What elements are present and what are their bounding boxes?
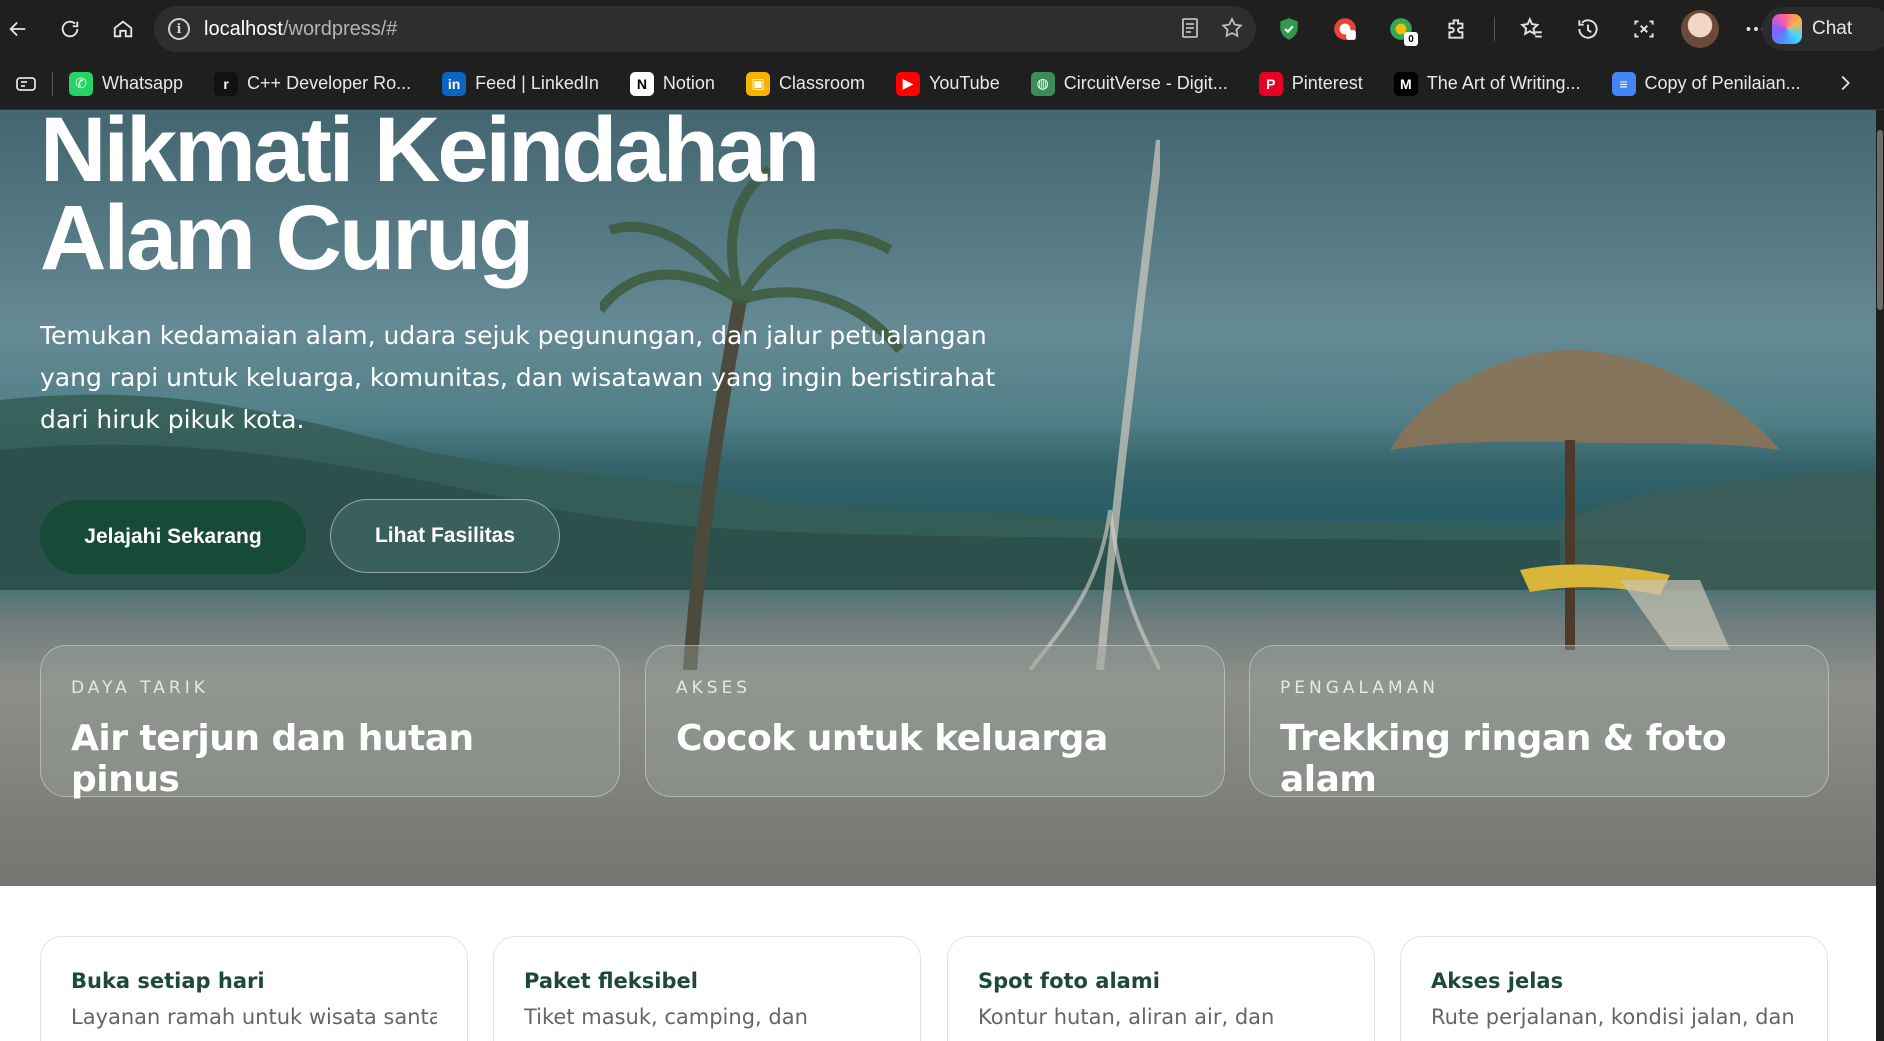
feature-value: Air terjun dan hutan pinus xyxy=(71,718,474,800)
bookmark-label: Notion xyxy=(662,73,715,93)
favorites-button[interactable] xyxy=(1513,10,1551,48)
explore-now-button[interactable]: Jelajahi Sekarang xyxy=(40,500,306,574)
roadmap-icon: r xyxy=(214,71,239,96)
toolbar-divider xyxy=(1494,17,1495,41)
whatsapp-icon: ✆ xyxy=(69,71,93,96)
page-scrollbar[interactable] xyxy=(1876,110,1884,1041)
bookmark-list: ✆ Whatsapp r C++ Developer Ro... in Feed | Li… xyxy=(69,71,1832,96)
bookmark-item[interactable]: M The Art of Writing... xyxy=(1393,71,1581,96)
reader-mode-icon[interactable] xyxy=(1178,16,1202,40)
puzzle-icon xyxy=(1448,19,1464,39)
feature-label: DAYA TARIK xyxy=(71,678,209,698)
linkedin-icon: in xyxy=(442,71,467,96)
home-icon xyxy=(113,20,133,38)
favorite-star-icon[interactable] xyxy=(1220,16,1244,40)
hero-title: Nikmati Keindahan Alam Curug xyxy=(40,110,940,289)
youtube-icon: ▶ xyxy=(895,71,920,96)
circuitverse-icon: ◍ xyxy=(1030,71,1055,96)
feature-value: Cocok untuk keluarga xyxy=(676,718,1108,759)
tab-actions-icon xyxy=(16,76,36,91)
browser-toolbar: i localhost/wordpress/# 0 Chat xyxy=(0,0,1884,58)
address-bar[interactable]: i localhost/wordpress/# xyxy=(154,6,1256,52)
bookmark-item[interactable]: N Notion xyxy=(629,71,715,96)
screenshot-icon xyxy=(1634,20,1654,38)
feature-card-attraction: DAYA TARIK Air terjun dan hutan pinus xyxy=(40,645,620,800)
back-button[interactable] xyxy=(0,11,36,47)
chevron-right-icon xyxy=(1841,75,1850,91)
site-info-icon[interactable]: i xyxy=(168,18,190,40)
screenshot-button[interactable] xyxy=(1625,10,1663,48)
extensions-button[interactable] xyxy=(1438,10,1476,48)
bookmark-item[interactable]: ≡ Copy of Penilaian... xyxy=(1611,71,1801,96)
docs-icon: ≡ xyxy=(1611,71,1636,96)
history-icon xyxy=(1578,19,1598,39)
profile-avatar[interactable] xyxy=(1681,10,1719,48)
hero-title-line-1: Nikmati Keindahan xyxy=(40,110,820,201)
bookmark-label: Feed | LinkedIn xyxy=(475,73,599,93)
bookmark-label: CircuitVerse - Digit... xyxy=(1063,73,1228,93)
bookmark-item[interactable]: ✆ Whatsapp xyxy=(69,71,184,96)
notion-icon: N xyxy=(629,71,654,96)
copilot-icon xyxy=(1772,14,1802,44)
chat-label: Chat xyxy=(1812,18,1853,39)
bookmark-item[interactable]: in Feed | LinkedIn xyxy=(442,71,599,96)
bookmark-item[interactable]: P Pinterest xyxy=(1258,71,1363,96)
copilot-chat-button[interactable]: Chat xyxy=(1762,7,1884,51)
bookmarks-overflow-button[interactable] xyxy=(1834,72,1856,99)
bookmark-label: Whatsapp xyxy=(102,73,184,93)
favorites-list-icon xyxy=(1520,16,1542,38)
feature-card-access: AKSES Cocok untuk keluarga xyxy=(645,645,1225,797)
pinterest-icon: P xyxy=(1258,71,1283,96)
history-button[interactable] xyxy=(1569,10,1607,48)
medium-icon: M xyxy=(1393,71,1418,96)
hero-subtitle: Temukan kedamaian alam, udara sejuk pegu… xyxy=(40,321,996,434)
reload-icon xyxy=(61,20,79,38)
view-facilities-button[interactable]: Lihat Fasilitas xyxy=(330,499,560,573)
tab-actions-button[interactable] xyxy=(0,58,52,110)
scrollbar-thumb[interactable] xyxy=(1877,130,1883,310)
bookmarks-divider xyxy=(52,71,53,96)
reload-button[interactable] xyxy=(52,11,88,47)
color-circle-icon xyxy=(1334,18,1356,40)
bookmark-label: Pinterest xyxy=(1291,73,1363,93)
bookmark-item[interactable]: ▣ Classroom xyxy=(745,71,865,96)
back-arrow-icon xyxy=(9,21,26,37)
bookmark-label: C++ Developer Ro... xyxy=(247,73,412,93)
hero-section: Nikmati Keindahan Alam Curug Temukan ked… xyxy=(0,110,1876,886)
feature-card-experience: PENGALAMAN Trekking ringan & foto alam xyxy=(1249,645,1829,800)
hero-title-line-2: Alam Curug xyxy=(40,187,534,289)
extension-badge: 0 xyxy=(1404,32,1418,46)
bookmarks-bar: ✆ Whatsapp r C++ Developer Ro... in Feed | Li… xyxy=(0,58,1884,110)
feature-value: Trekking ringan & foto alam xyxy=(1280,718,1727,800)
bookmark-item[interactable]: ▶ YouTube xyxy=(895,71,1000,96)
bookmark-label: The Art of Writing... xyxy=(1426,73,1581,93)
feature-label: AKSES xyxy=(676,678,752,698)
page-viewport: Nikmati Keindahan Alam Curug Temukan ked… xyxy=(0,110,1884,1041)
classroom-icon: ▣ xyxy=(745,71,770,96)
url-text[interactable]: localhost/wordpress/# xyxy=(204,18,397,41)
bookmark-label: YouTube xyxy=(928,73,1000,93)
bookmark-label: Copy of Penilaian... xyxy=(1644,73,1801,93)
home-button[interactable] xyxy=(105,11,141,47)
feature-label: PENGALAMAN xyxy=(1280,678,1440,698)
bookmark-label: Classroom xyxy=(778,73,865,93)
counter-extension[interactable]: 0 xyxy=(1382,10,1420,48)
shield-extension[interactable] xyxy=(1270,10,1308,48)
shield-icon xyxy=(1280,18,1298,40)
bookmark-item[interactable]: r C++ Developer Ro... xyxy=(214,71,412,96)
bookmark-item[interactable]: ◍ CircuitVerse - Digit... xyxy=(1030,71,1228,96)
chrome-extension[interactable] xyxy=(1326,10,1364,48)
